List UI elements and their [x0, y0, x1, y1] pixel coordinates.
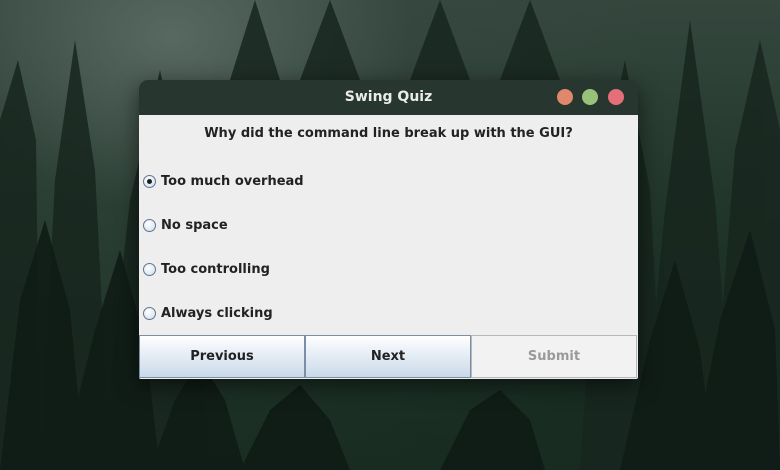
submit-button[interactable]: Submit [471, 335, 637, 378]
close-button[interactable] [608, 89, 624, 105]
option-label: No space [161, 217, 228, 233]
option-too-controlling[interactable]: Too controlling [143, 259, 270, 279]
radio-button-icon[interactable] [143, 306, 156, 320]
quiz-window: Swing Quiz Why did the command line brea… [139, 80, 638, 379]
previous-button[interactable]: Previous [139, 335, 305, 378]
quiz-panel: Why did the command line break up with t… [139, 115, 638, 379]
radio-button-icon[interactable] [143, 262, 156, 276]
title-bar[interactable]: Swing Quiz [139, 80, 638, 116]
option-label: Too much overhead [161, 173, 304, 189]
option-too-much-overhead[interactable]: Too much overhead [143, 171, 304, 191]
minimize-button[interactable] [557, 89, 573, 105]
next-button[interactable]: Next [305, 335, 471, 378]
option-always-clicking[interactable]: Always clicking [143, 303, 273, 323]
navigation-buttons: Previous Next Submit [139, 335, 638, 379]
option-label: Too controlling [161, 261, 270, 277]
question-text: Why did the command line break up with t… [204, 126, 573, 141]
option-no-space[interactable]: No space [143, 215, 228, 235]
radio-button-selected-icon[interactable] [143, 174, 156, 188]
option-label: Always clicking [161, 305, 273, 321]
maximize-button[interactable] [582, 89, 598, 105]
radio-button-icon[interactable] [143, 218, 156, 232]
